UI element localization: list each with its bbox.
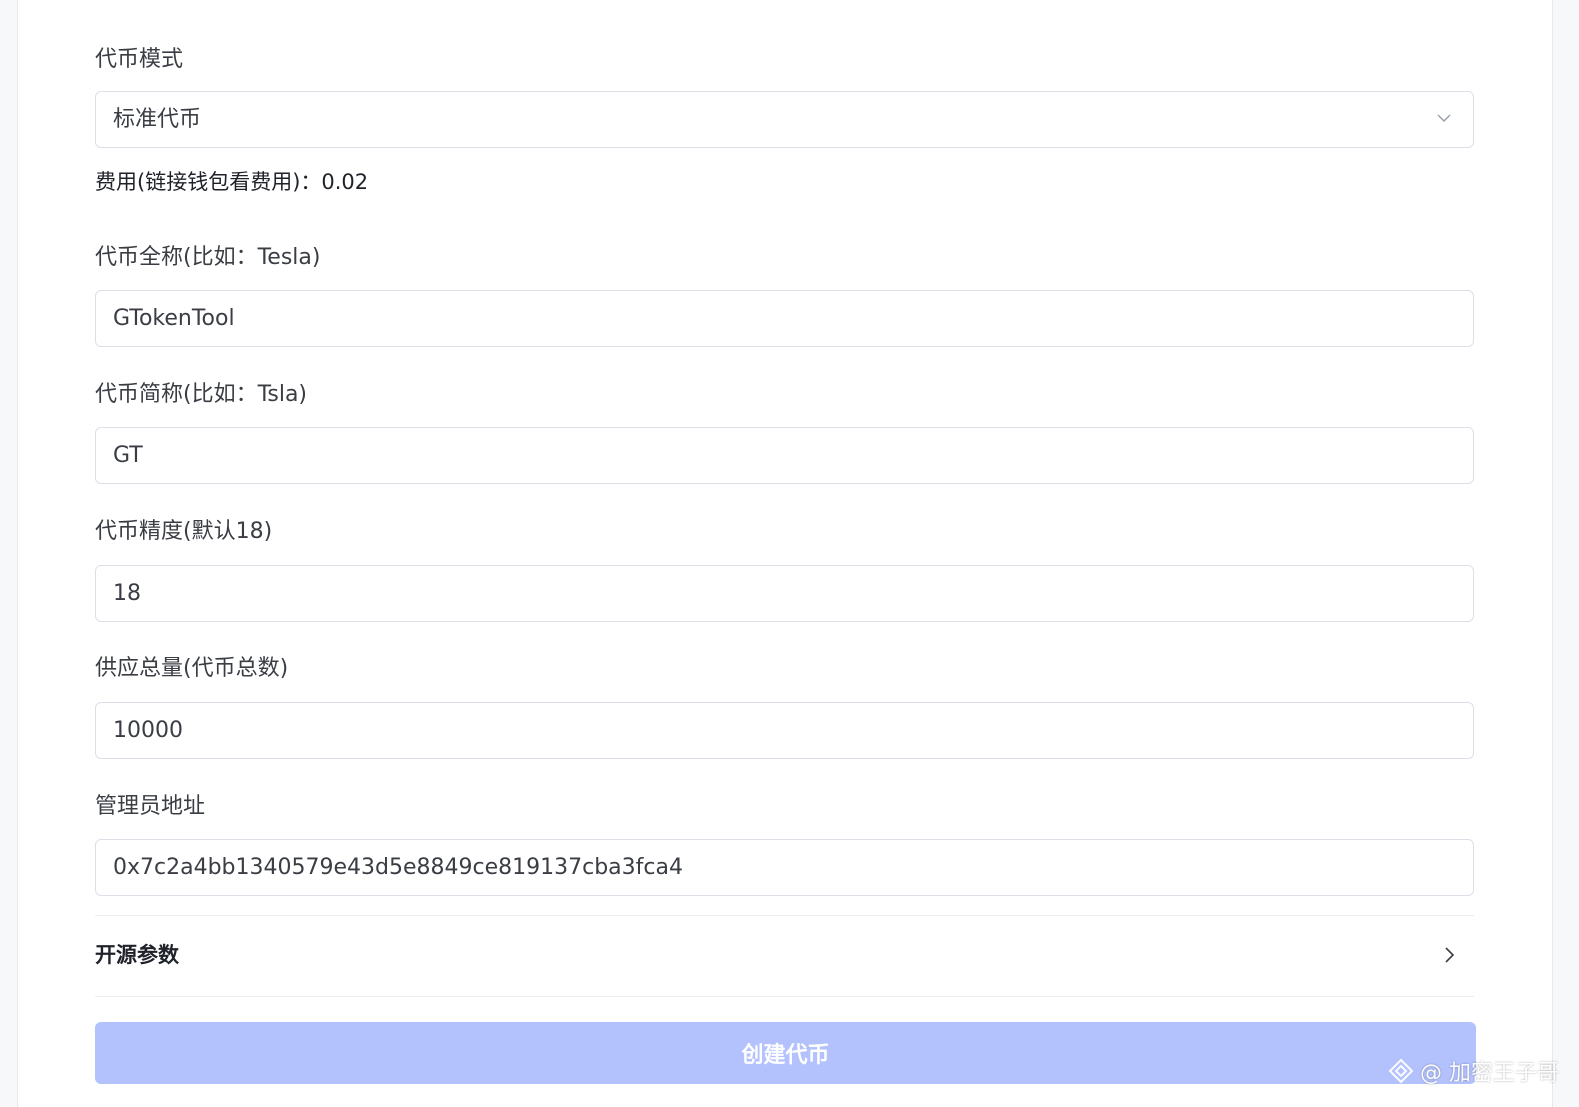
symbol-field [95, 427, 1474, 484]
supply-label: 供应总量(代币总数) [95, 656, 289, 681]
divider-bottom [95, 996, 1474, 997]
page: 代币模式 标准代币 费用(链接钱包看费用)：0.02 代币全称(比如：Tesla… [0, 0, 1579, 1107]
owner-address-input[interactable] [113, 840, 1413, 895]
open-source-params-toggle[interactable]: 开源参数 [95, 916, 1474, 996]
supply-field [95, 702, 1474, 759]
open-source-params-label: 开源参数 [95, 943, 179, 967]
decimals-label: 代币精度(默认18) [95, 519, 273, 544]
decimals-input[interactable] [113, 566, 1413, 621]
diamond-logo-icon [1388, 1058, 1414, 1084]
chevron-down-icon [1437, 114, 1451, 123]
owner-address-label: 管理员地址 [95, 794, 206, 819]
symbol-label: 代币简称(比如：Tsla) [95, 382, 308, 407]
full-name-input[interactable] [113, 291, 1413, 346]
supply-input[interactable] [113, 703, 1413, 758]
decimals-field [95, 565, 1474, 622]
full-name-label: 代币全称(比如：Tesla) [95, 245, 321, 270]
full-name-field [95, 290, 1474, 347]
symbol-input[interactable] [113, 428, 1413, 483]
token-mode-select[interactable]: 标准代币 [95, 91, 1474, 148]
chevron-right-icon [1445, 947, 1455, 963]
create-token-button[interactable]: 创建代币 [95, 1022, 1476, 1084]
token-mode-label: 代币模式 [95, 47, 184, 72]
fee-text: 费用(链接钱包看费用)：0.02 [95, 170, 369, 194]
watermark-text: @ 加密王子哥 [1420, 1061, 1559, 1086]
token-form-card: 代币模式 标准代币 费用(链接钱包看费用)：0.02 代币全称(比如：Tesla… [17, 0, 1553, 1107]
owner-address-field [95, 839, 1474, 896]
watermark: @ 加密王子哥 [1388, 1055, 1559, 1087]
token-mode-selected-value: 标准代币 [113, 107, 202, 132]
